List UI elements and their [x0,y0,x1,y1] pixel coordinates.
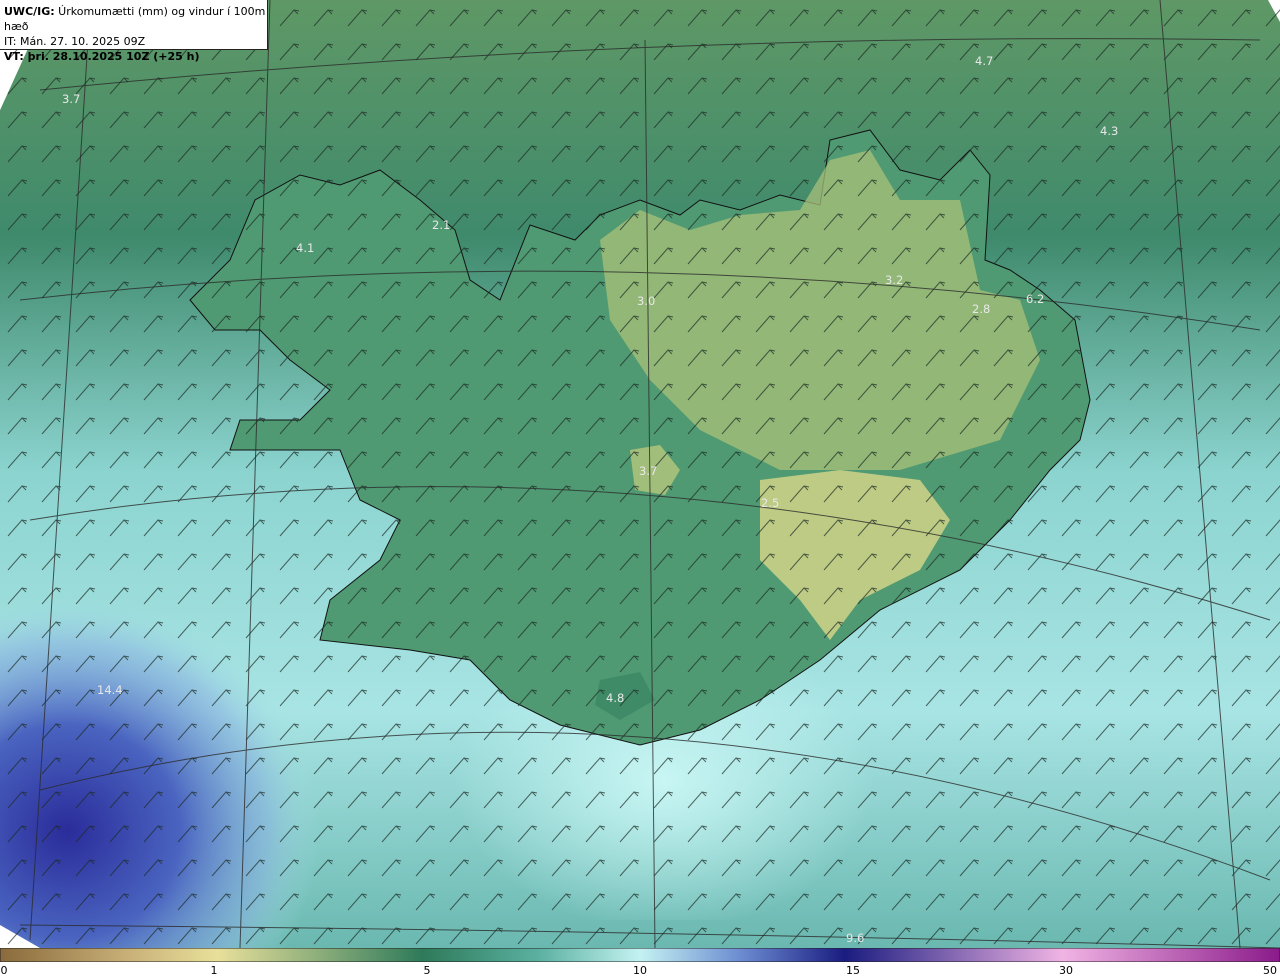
colorbar-tick: 0 [0,964,8,977]
header-valid-time: þri. 28.10.2025 10Z (+25 h) [23,50,200,63]
value-label: 9.6 [846,931,864,945]
value-label: 2.8 [972,302,990,316]
header-line-1: UWC/IG: Úrkomumætti (mm) og vindur í 100… [4,4,267,34]
colorbar: 0 1 5 10 15 30 50 [0,948,1280,978]
value-label: 6.2 [1026,292,1044,306]
value-label: 3.7 [62,92,80,106]
weather-map: 3.7 4.7 4.3 4.1 2.1 3.0 3.2 2.8 6.2 3.7 … [0,0,1280,949]
colorbar-tick: 1 [210,964,218,977]
value-label: 4.3 [1100,124,1118,138]
value-label: 3.0 [637,294,655,308]
value-label: 14.4 [97,683,123,697]
colorbar-gradient [0,948,1280,962]
map-header: UWC/IG: Úrkomumætti (mm) og vindur í 100… [0,0,268,63]
value-label: 3.7 [639,464,657,478]
colorbar-tick: 50 [1263,964,1277,977]
value-label: 4.1 [296,241,314,255]
value-label: 2.1 [432,218,450,232]
header-init-time: IT: Mán. 27. 10. 2025 09Z [4,35,146,48]
value-label: 2.5 [761,496,779,510]
colorbar-tick: 15 [846,964,860,977]
header-product-code: UWC/IG: [4,5,55,18]
value-label: 4.7 [975,54,993,68]
value-label: 4.8 [606,691,624,705]
header-line-3: VT: þri. 28.10.2025 10Z (+25 h) [4,49,267,64]
value-label: 3.2 [885,273,903,287]
colorbar-tick: 30 [1059,964,1073,977]
header-valid-label: VT: [4,50,24,63]
colorbar-tick: 10 [633,964,647,977]
colorbar-tick: 5 [423,964,431,977]
